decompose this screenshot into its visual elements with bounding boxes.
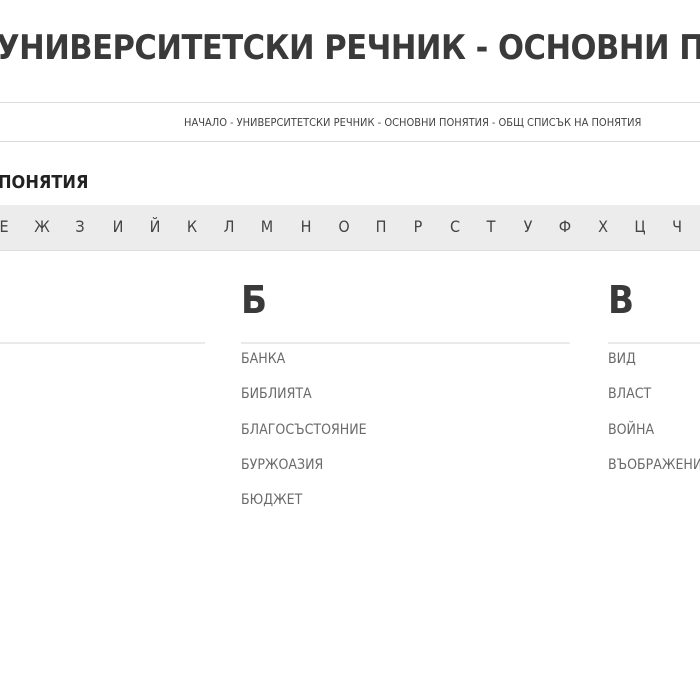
term-link[interactable]: БАНКА [241, 351, 285, 367]
term-link[interactable]: ВЪОБРАЖЕНИЕ [608, 457, 700, 473]
alphabet-bar: Е Ж З И Й К Л М Н О П Р С Т У Ф Х Ц Ч [0, 205, 700, 251]
breadcrumb-home-link[interactable]: НАЧАЛО [184, 116, 227, 129]
section-title: ПОНЯТИЯ [0, 172, 89, 193]
alphabet-letter-link[interactable]: О [338, 205, 349, 250]
term-link[interactable]: ВЛАСТ [608, 386, 651, 402]
breadcrumb-dictionary-link[interactable]: УНИВЕРСИТЕТСКИ РЕЧНИК - ОСНОВНИ ПОНЯТИЯ [237, 116, 489, 129]
breadcrumb: НАЧАЛО - УНИВЕРСИТЕТСКИ РЕЧНИК - ОСНОВНИ П… [184, 116, 641, 129]
alphabet-letter-link[interactable]: И [113, 205, 124, 250]
alphabet-letter-link[interactable]: П [376, 205, 387, 250]
breadcrumb-separator: - [491, 116, 496, 129]
alphabet-letter-link[interactable]: Й [150, 205, 161, 250]
alphabet-letter-link[interactable]: Н [301, 205, 312, 250]
alphabet-letter-link[interactable]: Ц [634, 205, 645, 250]
letter-heading-b: Б [241, 278, 268, 322]
alphabet-letter-link[interactable]: У [524, 205, 533, 250]
term-link[interactable]: ВИД [608, 351, 636, 367]
term-link[interactable]: БЮДЖЕТ [241, 492, 302, 508]
column-divider [241, 342, 570, 344]
column-divider [608, 342, 700, 344]
column-divider [0, 342, 205, 344]
term-link[interactable]: БЛАГОСЪСТОЯНИЕ [241, 422, 367, 438]
alphabet-letter-link[interactable]: Р [414, 205, 423, 250]
alphabet-letter-link[interactable]: Ч [672, 205, 682, 250]
alphabet-letter-link[interactable]: Ф [559, 205, 571, 250]
breadcrumb-current-page[interactable]: ОБЩ СПИСЪК НА ПОНЯТИЯ [499, 116, 642, 129]
alphabet-letter-link[interactable]: Ж [34, 205, 50, 250]
letter-heading-v: В [608, 278, 635, 322]
alphabet-letter-link[interactable]: Х [598, 205, 608, 250]
page: УНИВЕРСИТЕТСКИ РЕЧНИК - ОСНОВНИ ПОНЯТИЯ … [0, 0, 700, 700]
term-link[interactable]: БУРЖОАЗИЯ [241, 457, 323, 473]
alphabet-letter-link[interactable]: Л [224, 205, 235, 250]
term-link[interactable]: БИБЛИЯТА [241, 386, 312, 402]
alphabet-letter-link[interactable]: З [75, 205, 84, 250]
site-title: УНИВЕРСИТЕТСКИ РЕЧНИК - ОСНОВНИ ПОНЯТИЯ [0, 28, 700, 68]
breadcrumb-separator: - [230, 116, 234, 129]
alphabet-letter-link[interactable]: С [450, 205, 460, 250]
term-link[interactable]: ВОЙНА [608, 422, 654, 438]
alphabet-letter-link[interactable]: К [187, 205, 197, 250]
alphabet-letter-link[interactable]: Е [0, 205, 9, 250]
header-divider-bottom [0, 141, 700, 142]
header-divider-top [0, 102, 700, 103]
alphabet-letter-link[interactable]: Т [487, 205, 496, 250]
alphabet-letter-link[interactable]: М [261, 205, 273, 250]
